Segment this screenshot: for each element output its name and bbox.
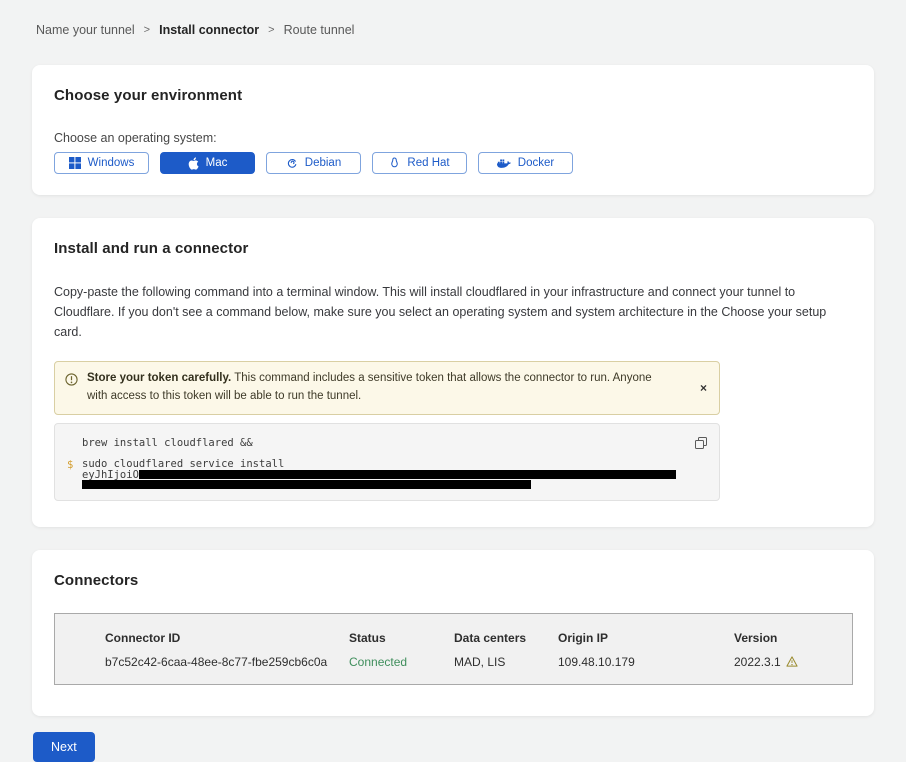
connector-id-value: b7c52c42-6caa-48ee-8c77-fbe259cb6c0a [105, 655, 349, 669]
os-button-label: Mac [206, 157, 228, 169]
header-origin-ip: Origin IP [558, 631, 734, 645]
environment-card-title: Choose your environment [54, 87, 852, 104]
header-version: Version [734, 631, 842, 645]
code-line-brew: brew install cloudflared && [82, 437, 707, 449]
origin-ip-value: 109.48.10.179 [558, 655, 734, 669]
version-value: 2022.3.1 [734, 655, 781, 669]
os-select-label: Choose an operating system: [54, 131, 852, 145]
connectors-table: Connector ID Status Data centers Origin … [54, 613, 853, 685]
redacted-token-bar [82, 480, 531, 489]
alert-circle-icon [65, 373, 78, 393]
token-line-1: eyJhIjoiO [82, 470, 707, 480]
debian-icon [286, 157, 298, 169]
token-warning-banner: Store your token carefully. This command… [54, 361, 720, 415]
warning-title: Store your token carefully. [87, 372, 231, 384]
breadcrumb-route-tunnel[interactable]: Route tunnel [284, 23, 355, 37]
copy-icon[interactable] [693, 435, 709, 454]
next-button[interactable]: Next [33, 732, 95, 762]
install-card-title: Install and run a connector [54, 240, 852, 257]
table-row: b7c52c42-6caa-48ee-8c77-fbe259cb6c0a Con… [105, 655, 842, 669]
warning-text: Store your token carefully. This command… [87, 370, 689, 406]
token-line-2 [82, 480, 707, 490]
docker-icon [497, 158, 511, 169]
install-command-code-block: brew install cloudflared && $ sudo cloud… [54, 423, 720, 501]
breadcrumb-separator: > [144, 24, 150, 36]
breadcrumb-install-connector[interactable]: Install connector [159, 23, 259, 37]
table-header-row: Connector ID Status Data centers Origin … [105, 631, 842, 645]
breadcrumb-name-your-tunnel[interactable]: Name your tunnel [36, 23, 135, 37]
os-button-debian[interactable]: Debian [266, 152, 361, 174]
header-connector-id: Connector ID [105, 631, 349, 645]
os-button-redhat[interactable]: Red Hat [372, 152, 467, 174]
os-button-label: Red Hat [407, 157, 449, 169]
os-button-group: Windows Mac Debian Red Hat Docker [54, 152, 852, 174]
breadcrumb-separator: > [268, 24, 274, 36]
connectors-card: Connectors Connector ID Status Data cent… [32, 550, 874, 716]
redacted-token-bar [139, 470, 676, 479]
install-description: Copy-paste the following command into a … [54, 282, 848, 342]
data-centers-value: MAD, LIS [454, 655, 558, 669]
os-button-label: Debian [305, 157, 341, 169]
shell-prompt: $ [67, 459, 82, 490]
header-status: Status [349, 631, 454, 645]
os-button-docker[interactable]: Docker [478, 152, 573, 174]
status-badge: Connected [349, 655, 454, 669]
close-icon[interactable]: × [698, 381, 709, 395]
breadcrumb: Name your tunnel > Install connector > R… [0, 0, 906, 37]
connectors-card-title: Connectors [54, 572, 852, 589]
version-cell: 2022.3.1 [734, 655, 842, 669]
apple-icon [188, 157, 199, 170]
redhat-icon [389, 157, 400, 170]
environment-card: Choose your environment Choose an operat… [32, 65, 874, 195]
os-button-label: Windows [88, 157, 135, 169]
windows-icon [69, 157, 81, 169]
code-line-sudo: sudo cloudflared service install [82, 459, 707, 470]
header-data-centers: Data centers [454, 631, 558, 645]
warning-triangle-icon [786, 656, 798, 667]
os-button-label: Docker [518, 157, 554, 169]
os-button-windows[interactable]: Windows [54, 152, 149, 174]
install-connector-card: Install and run a connector Copy-paste t… [32, 218, 874, 527]
os-button-mac[interactable]: Mac [160, 152, 255, 174]
